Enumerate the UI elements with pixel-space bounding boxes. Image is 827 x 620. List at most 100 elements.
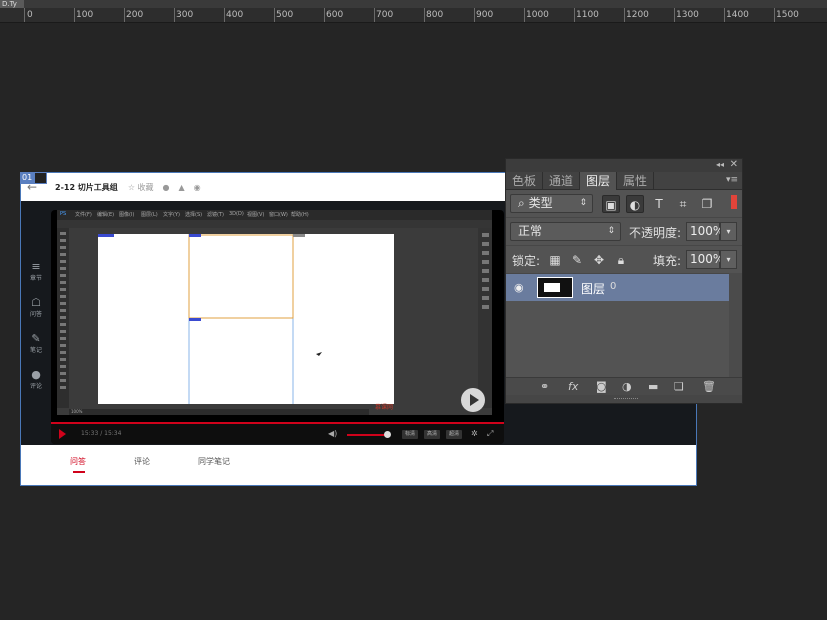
lock-all-icon[interactable]: 🔒︎: [612, 251, 630, 269]
horizontal-ruler[interactable]: 0 100 200 300 400 500 600 700 800 900 10…: [0, 8, 827, 23]
ruler-tick: [724, 8, 725, 22]
ruler-label: 1400: [726, 10, 749, 20]
quality-option-hd[interactable]: 高清: [424, 430, 441, 439]
fullscreen-icon[interactable]: ⤢: [487, 429, 493, 439]
lock-position-icon[interactable]: ✥: [590, 251, 608, 269]
layer-filter-select[interactable]: ⌕ 类型 ⇕: [510, 194, 593, 213]
chevron-updown-icon: ⇕: [607, 226, 615, 236]
ps-menu-item: 滤镜(T): [207, 212, 224, 218]
collapse-panel-icon[interactable]: ◂◂: [716, 160, 724, 169]
side-nav-notes[interactable]: ✎ 笔记: [21, 333, 51, 355]
search-icon: ⌕: [518, 196, 525, 210]
ps-menu-item: 视图(V): [247, 212, 265, 218]
tab-qa[interactable]: 问答: [70, 456, 86, 467]
layer-thumbnail: [537, 277, 573, 298]
filter-smartobject-icon[interactable]: ❐: [698, 195, 716, 213]
qq-share-icon[interactable]: ▲: [179, 183, 185, 192]
play-icon[interactable]: [59, 429, 66, 439]
ps-zoom: 100%: [71, 409, 83, 414]
ps-menubar: PS 文件(F) 编辑(E) 图像(I) 图层(L) 文字(Y) 选择(S) 滤…: [57, 210, 492, 220]
filter-adjustment-icon[interactable]: ◐: [626, 195, 644, 213]
ps-logo: PS: [60, 211, 67, 217]
side-nav-qa[interactable]: ☖ 问答: [21, 297, 51, 319]
ruler-tick: [374, 8, 375, 22]
fx-icon[interactable]: fx: [568, 380, 578, 393]
ps-menu-item: 选择(S): [185, 212, 203, 218]
panel-resize-grip[interactable]: [506, 395, 742, 403]
layer-row[interactable]: ◉ 图层 0: [506, 274, 729, 301]
trash-icon[interactable]: 🗑︎: [702, 380, 716, 393]
ps-options-bar: [57, 220, 492, 228]
volume-icon[interactable]: ◀): [328, 429, 337, 438]
layers-panel: ◂◂ ✕ 色板 通道 图层 属性 ▾≡ ⌕ 类型 ⇕ ▣ ◐ T ⌗ ❐ 正常 …: [505, 158, 743, 404]
volume-knob[interactable]: [384, 431, 391, 438]
settings-gear-icon[interactable]: ✲: [471, 429, 478, 438]
fill-dropdown-icon[interactable]: ▾: [720, 250, 737, 269]
ruler-tick: [324, 8, 325, 22]
comments-icon: ●: [31, 368, 41, 381]
quality-option-sd[interactable]: 标清: [402, 430, 419, 439]
volume-bar[interactable]: [347, 434, 387, 436]
big-play-button[interactable]: [461, 388, 485, 412]
ruler-tick: [74, 8, 75, 22]
adjustment-icon[interactable]: ◑: [622, 380, 632, 393]
fill-input[interactable]: 100%: [686, 250, 724, 269]
video-player[interactable]: PS 文件(F) 编辑(E) 图像(I) 图层(L) 文字(Y) 选择(S) 滤…: [51, 210, 504, 444]
tab-properties[interactable]: 属性: [617, 172, 655, 190]
ruler-tick: [774, 8, 775, 22]
weibo-share-icon[interactable]: ◉: [194, 183, 201, 192]
tab-comments[interactable]: 评论: [134, 456, 150, 467]
tab-classmate-notes[interactable]: 同学笔记: [198, 456, 230, 467]
layers-scrollbar[interactable]: [729, 273, 742, 377]
ruler-label: 400: [226, 10, 244, 20]
filter-shape-icon[interactable]: ⌗: [674, 195, 692, 213]
ruler-label: 1200: [626, 10, 649, 20]
tab-swatches[interactable]: 色板: [506, 172, 544, 190]
lock-paint-icon[interactable]: ✎: [568, 251, 586, 269]
artboard-badge: 01: [20, 172, 48, 184]
opacity-input[interactable]: 100%: [686, 222, 724, 241]
quality-option-uhd[interactable]: 超清: [446, 430, 463, 439]
side-nav-label: 笔记: [29, 347, 42, 354]
ruler-label: 1000: [526, 10, 549, 20]
panel-titlebar[interactable]: ◂◂ ✕: [506, 159, 742, 172]
ruler-label: 300: [176, 10, 194, 20]
tab-channels[interactable]: 通道: [543, 172, 581, 190]
blend-mode-select[interactable]: 正常 ⇕: [510, 222, 621, 241]
lock-transparency-icon[interactable]: ▦: [546, 251, 564, 269]
folder-icon[interactable]: ▬: [648, 380, 658, 393]
header-actions: ☆ 收藏 ● ▲ ◉: [128, 182, 201, 193]
artboard-number: 01: [20, 172, 35, 184]
opacity-label: 不透明度:: [629, 226, 682, 240]
visibility-eye-icon[interactable]: ◉: [514, 281, 524, 294]
course-bottom-tabs: 问答 评论 同学笔记: [21, 445, 696, 485]
ps-menu-item: 图像(I): [119, 212, 135, 218]
collect-button[interactable]: ☆ 收藏: [128, 182, 154, 193]
time-display: 15:33 / 15:34: [81, 430, 122, 437]
opacity-dropdown-icon[interactable]: ▾: [720, 222, 737, 241]
ruler-label: 1100: [576, 10, 599, 20]
artboard-image-icon: [34, 172, 48, 184]
panel-tabs: 色板 通道 图层 属性 ▾≡: [506, 172, 742, 190]
close-panel-icon[interactable]: ✕: [730, 159, 738, 170]
tab-layers[interactable]: 图层: [580, 172, 618, 190]
new-layer-icon[interactable]: ❏: [674, 380, 684, 393]
filter-pixel-icon[interactable]: ▣: [602, 195, 620, 213]
filter-type-icon[interactable]: T: [650, 195, 668, 213]
link-icon[interactable]: ⚭: [540, 380, 549, 393]
chapters-icon: ≡: [31, 260, 41, 273]
ps-menu-item: 文件(F): [75, 212, 92, 218]
side-nav-chapters[interactable]: ≡ 章节: [21, 260, 51, 283]
side-nav-comments[interactable]: ● 评论: [21, 368, 51, 391]
ps-toolbox: [57, 228, 69, 408]
ps-menu-item: 文字(Y): [163, 212, 180, 218]
panel-menu-icon[interactable]: ▾≡: [726, 175, 738, 185]
layer-name: 图层: [581, 282, 606, 296]
filter-toggle-icon[interactable]: [731, 195, 737, 209]
wechat-share-icon[interactable]: ●: [163, 183, 170, 192]
document-tab[interactable]: D.Ty: [0, 0, 24, 8]
player-controls: 15:33 / 15:34 ◀) 标清 高清 超清 ✲ ⤢: [51, 424, 504, 444]
mask-icon[interactable]: ◙: [596, 380, 607, 393]
ruler-tick: [24, 8, 25, 22]
blend-mode-value: 正常: [518, 224, 543, 238]
